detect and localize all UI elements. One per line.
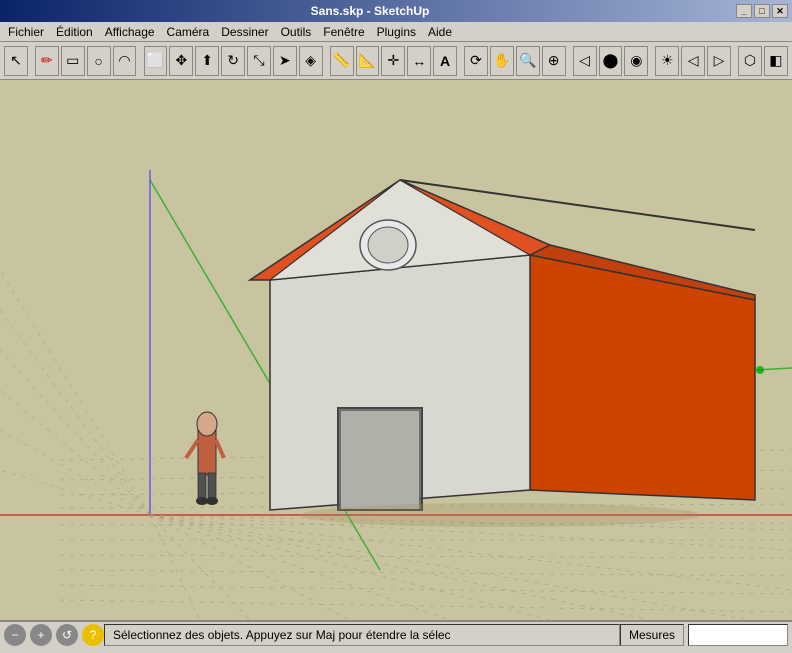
status-help-button[interactable]: ? (82, 624, 104, 646)
status-icons: − + ↺ ? (4, 624, 104, 646)
tool-shadow[interactable]: ☀ (655, 46, 679, 76)
minimize-button[interactable]: _ (736, 4, 752, 18)
mesures-input[interactable] (688, 624, 788, 646)
tool-arc[interactable]: ◠ (113, 46, 137, 76)
title-bar-buttons: _ □ ✕ (736, 4, 788, 18)
tool-lookaround[interactable]: ◉ (624, 46, 648, 76)
close-button[interactable]: ✕ (772, 4, 788, 18)
tool-components[interactable]: ⬡ (738, 46, 762, 76)
menu-affichage[interactable]: Affichage (99, 23, 161, 41)
tool-pencil[interactable]: ✏ (35, 46, 59, 76)
tool-text[interactable]: A (433, 46, 457, 76)
tool-protractor[interactable]: 📐 (356, 46, 380, 76)
tool-move[interactable]: ✥ (169, 46, 193, 76)
tool-select[interactable]: ↖ (4, 46, 28, 76)
toolbar: ↖ ✏ ▭ ○ ◠ ⬜ ✥ ⬆ ↻ ⤡ ➤ ◈ 📏 📐 ✛ ↔ A ⟳ ✋ 🔍 … (0, 42, 792, 80)
tool-back[interactable]: ◁ (681, 46, 705, 76)
tool-materials[interactable]: ◧ (764, 46, 788, 76)
title-bar-title: Sans.skp - SketchUp (4, 4, 736, 18)
tool-scale[interactable]: ⤡ (247, 46, 271, 76)
menu-aide[interactable]: Aide (422, 23, 458, 41)
tool-forward[interactable]: ▷ (707, 46, 731, 76)
tool-followme[interactable]: ➤ (273, 46, 297, 76)
menu-dessiner[interactable]: Dessiner (215, 23, 274, 41)
title-bar: Sans.skp - SketchUp _ □ ✕ (0, 0, 792, 22)
tool-zoom-ext[interactable]: ⊕ (542, 46, 566, 76)
tool-tape[interactable]: 📏 (330, 46, 354, 76)
status-bar: − + ↺ ? Sélectionnez des objets. Appuyez… (0, 620, 792, 648)
status-minus-button[interactable]: − (4, 624, 26, 646)
menu-plugins[interactable]: Plugins (371, 23, 422, 41)
tool-rectangle[interactable]: ▭ (61, 46, 85, 76)
menu-fenetre[interactable]: Fenêtre (317, 23, 370, 41)
tool-previous[interactable]: ◁ (573, 46, 597, 76)
tool-zoom-in[interactable]: 🔍 (516, 46, 540, 76)
mesures-label: Mesures (620, 624, 684, 646)
menu-camera[interactable]: Caméra (161, 23, 216, 41)
tool-eraser[interactable]: ⬜ (144, 46, 168, 76)
tool-orbit[interactable]: ⟳ (464, 46, 488, 76)
viewport[interactable] (0, 80, 792, 620)
tool-axes[interactable]: ✛ (381, 46, 405, 76)
scene-canvas (0, 80, 792, 620)
tool-offset[interactable]: ◈ (299, 46, 323, 76)
tool-dimensions[interactable]: ↔ (407, 46, 431, 76)
menu-outils[interactable]: Outils (275, 23, 318, 41)
maximize-button[interactable]: □ (754, 4, 770, 18)
tool-rotate[interactable]: ↻ (221, 46, 245, 76)
tool-walkthrough[interactable]: ⬤ (599, 46, 623, 76)
status-plus-button[interactable]: + (30, 624, 52, 646)
status-text: Sélectionnez des objets. Appuyez sur Maj… (104, 624, 620, 646)
menu-edition[interactable]: Édition (50, 23, 99, 41)
status-refresh-button[interactable]: ↺ (56, 624, 78, 646)
menu-bar: Fichier Édition Affichage Caméra Dessine… (0, 22, 792, 42)
tool-circle[interactable]: ○ (87, 46, 111, 76)
status-right: Mesures (620, 624, 788, 646)
tool-pan[interactable]: ✋ (490, 46, 514, 76)
menu-fichier[interactable]: Fichier (2, 23, 50, 41)
tool-pushpull[interactable]: ⬆ (195, 46, 219, 76)
